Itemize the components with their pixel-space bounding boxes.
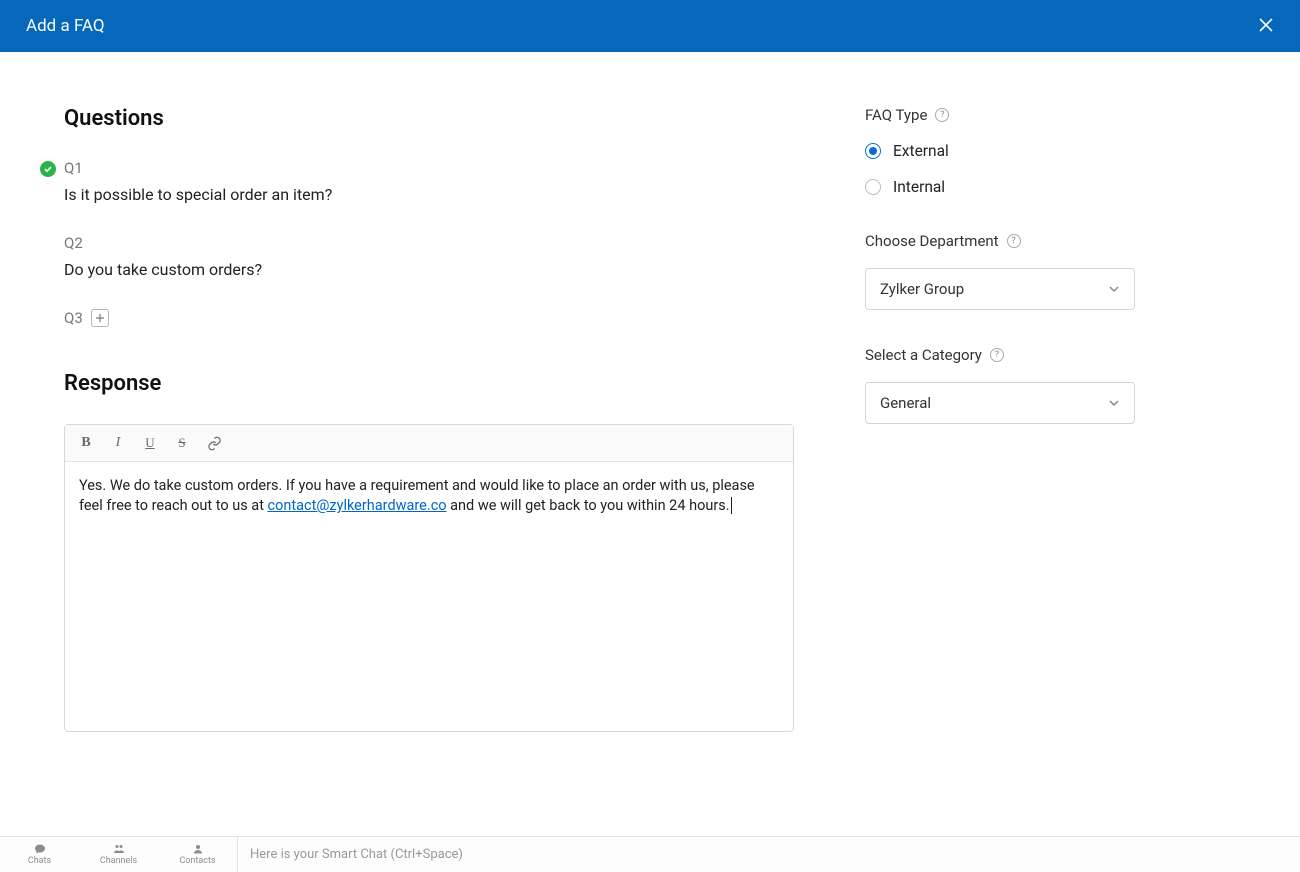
left-column: Questions Q1 Is it possible to special o… xyxy=(0,106,820,732)
faq-type-label: FAQ Type ? xyxy=(865,106,1165,124)
chats-tab[interactable]: Chats xyxy=(0,837,79,872)
strikethrough-button[interactable]: S xyxy=(173,434,191,452)
channels-tab[interactable]: Channels xyxy=(79,837,158,872)
contacts-tab[interactable]: Contacts xyxy=(158,837,237,872)
tab-label: Chats xyxy=(28,856,51,866)
help-icon[interactable]: ? xyxy=(1007,234,1021,248)
radio-input[interactable] xyxy=(865,179,881,195)
tab-label: Channels xyxy=(100,856,137,866)
radio-label: Internal xyxy=(893,178,945,196)
department-dropdown[interactable]: Zylker Group xyxy=(865,268,1135,310)
close-button[interactable] xyxy=(1258,16,1274,36)
department-label: Choose Department ? xyxy=(865,232,1165,250)
modal-header: Add a FAQ xyxy=(0,0,1300,52)
chevron-down-icon xyxy=(1108,397,1120,409)
check-icon xyxy=(40,161,56,177)
label-text: Choose Department xyxy=(865,232,999,250)
tab-label: Contacts xyxy=(179,856,215,866)
underline-button[interactable]: U xyxy=(141,434,159,452)
italic-button[interactable]: I xyxy=(109,434,127,452)
chevron-down-icon xyxy=(1108,283,1120,295)
department-section: Choose Department ? Zylker Group xyxy=(865,232,1165,310)
question-label: Q2 xyxy=(64,234,820,252)
dropdown-value: General xyxy=(880,394,931,412)
response-email-link[interactable]: contact@zylkerhardware.co xyxy=(268,497,447,514)
add-question-button[interactable] xyxy=(91,309,109,327)
help-icon[interactable]: ? xyxy=(935,108,949,122)
question-item: Q2 Do you take custom orders? xyxy=(64,234,820,279)
radio-option-internal[interactable]: Internal xyxy=(865,178,1165,196)
radio-option-external[interactable]: External xyxy=(865,142,1165,160)
question-label: Q3 xyxy=(64,309,83,327)
radio-label: External xyxy=(893,142,949,160)
editor-content[interactable]: Yes. We do take custom orders. If you ha… xyxy=(65,462,793,731)
label-text: Select a Category xyxy=(865,346,982,364)
question-add-row: Q3 xyxy=(64,309,820,327)
question-item: Q1 Is it possible to special order an it… xyxy=(64,159,820,204)
chat-icon xyxy=(33,843,47,855)
category-dropdown[interactable]: General xyxy=(865,382,1135,424)
bottom-tabs: Chats Channels Contacts xyxy=(0,837,238,872)
category-label: Select a Category ? xyxy=(865,346,1165,364)
response-title: Response xyxy=(64,371,820,396)
label-text: FAQ Type xyxy=(865,106,927,124)
question-label: Q1 xyxy=(64,159,820,177)
question-text[interactable]: Is it possible to special order an item? xyxy=(64,185,820,204)
contacts-icon xyxy=(191,843,205,855)
editor-toolbar: B I U S xyxy=(65,425,793,462)
plus-icon xyxy=(95,313,105,323)
question-text[interactable]: Do you take custom orders? xyxy=(64,260,820,279)
bold-button[interactable]: B xyxy=(77,434,95,452)
response-text: and we will get back to you within 24 ho… xyxy=(447,497,730,514)
main-content: Questions Q1 Is it possible to special o… xyxy=(0,52,1300,732)
radio-input[interactable] xyxy=(865,143,881,159)
text-cursor xyxy=(731,497,732,514)
modal-title: Add a FAQ xyxy=(26,16,105,36)
link-button[interactable] xyxy=(205,434,223,452)
right-column: FAQ Type ? External Internal Choose Depa… xyxy=(865,106,1165,732)
channels-icon xyxy=(112,843,126,855)
category-section: Select a Category ? General xyxy=(865,346,1165,424)
smart-chat-placeholder[interactable]: Here is your Smart Chat (Ctrl+Space) xyxy=(250,847,463,862)
close-icon xyxy=(1258,17,1274,33)
link-icon xyxy=(207,436,222,451)
dropdown-value: Zylker Group xyxy=(880,280,964,298)
response-section: Response B I U S Yes. We do take custom … xyxy=(64,371,820,732)
bottom-bar: Chats Channels Contacts Here is your Sma… xyxy=(0,836,1300,872)
questions-title: Questions xyxy=(64,106,820,131)
faq-type-section: FAQ Type ? External Internal xyxy=(865,106,1165,196)
help-icon[interactable]: ? xyxy=(990,348,1004,362)
rich-text-editor: B I U S Yes. We do take custom orders. I… xyxy=(64,424,794,732)
